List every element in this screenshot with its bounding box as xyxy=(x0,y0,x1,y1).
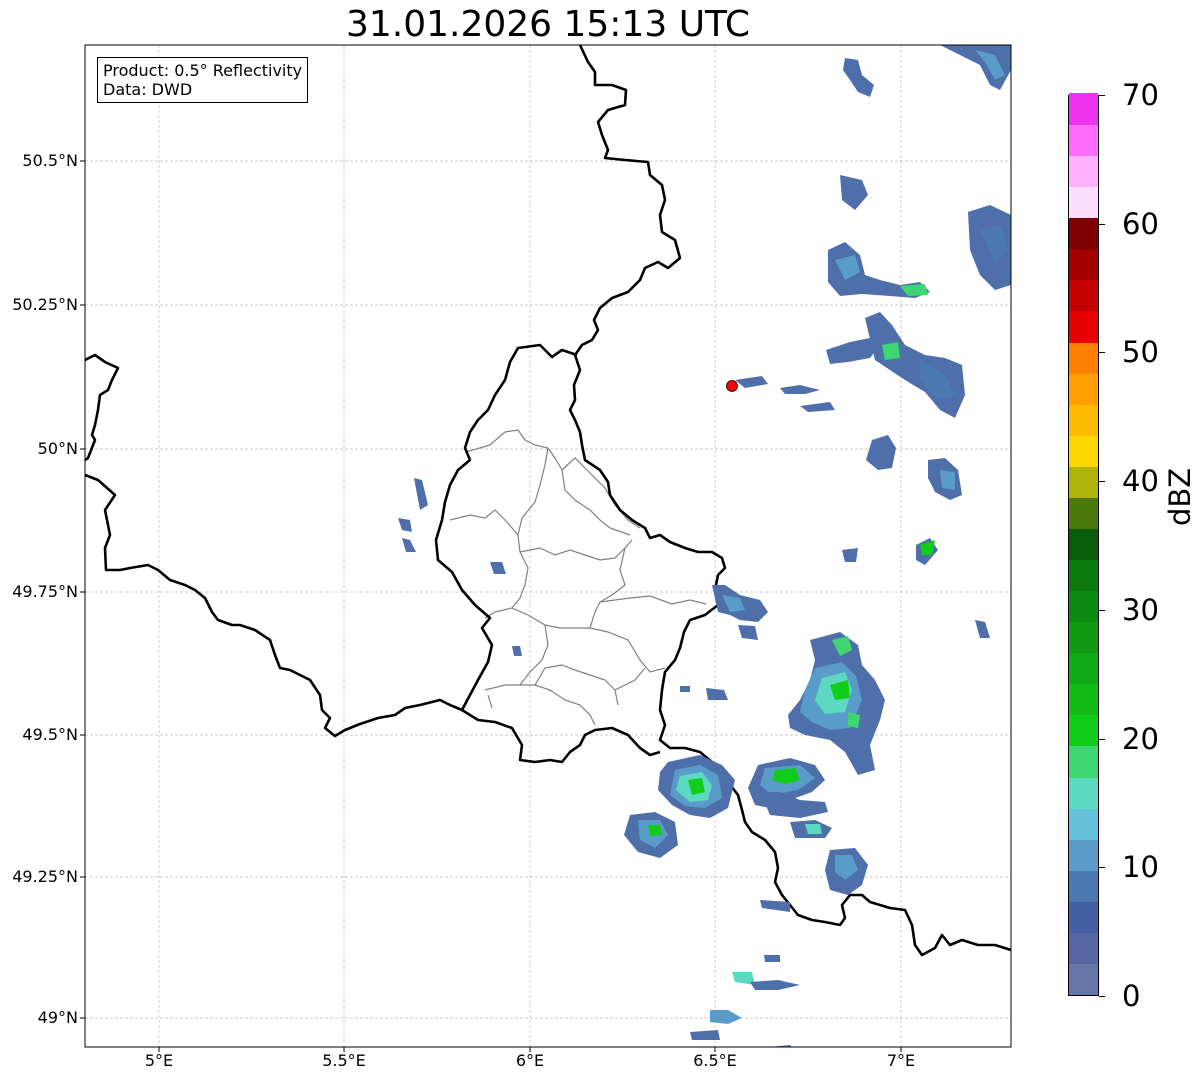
lat-label: 50°N xyxy=(37,439,78,458)
lon-label: 5.5°E xyxy=(322,1051,366,1070)
colorbar-segment xyxy=(1069,248,1098,281)
colorbar-segment xyxy=(1069,745,1098,778)
colorbar-segment xyxy=(1069,528,1098,561)
colorbar-segment xyxy=(1069,186,1098,219)
lon-label: 6.5°E xyxy=(693,1051,737,1070)
colorbar-tick-mark xyxy=(1099,996,1105,997)
colorbar xyxy=(1068,93,1099,996)
colorbar-segment xyxy=(1069,963,1098,995)
colorbar-segment xyxy=(1069,901,1098,933)
colorbar-segment xyxy=(1069,435,1098,467)
colorbar-segment xyxy=(1069,466,1098,498)
colorbar-tick-label: 70 xyxy=(1122,78,1159,112)
colorbar-segment xyxy=(1069,373,1098,405)
colorbar-segment xyxy=(1069,652,1098,685)
colorbar-segment xyxy=(1069,559,1098,592)
colorbar-tick-label: 60 xyxy=(1122,206,1159,241)
lon-label: 6°E xyxy=(515,1051,545,1070)
lat-label: 49.75°N xyxy=(12,582,78,601)
colorbar-tick-mark xyxy=(1099,609,1105,611)
colorbar-segment xyxy=(1069,714,1098,747)
lat-label: 49.25°N xyxy=(12,867,78,886)
colorbar-tick-label: 30 xyxy=(1122,592,1159,627)
colorbar-segment xyxy=(1069,279,1098,312)
colorbar-tick-label: 0 xyxy=(1122,979,1141,1013)
colorbar-tick-mark xyxy=(1099,867,1105,869)
colorbar-tick-mark xyxy=(1099,352,1105,354)
colorbar-segment xyxy=(1069,932,1098,964)
colorbar-segment xyxy=(1069,590,1098,623)
colorbar-segment xyxy=(1069,217,1098,250)
colorbar-tick-mark xyxy=(1099,738,1105,740)
product-label: Product: 0.5° Reflectivity xyxy=(103,61,303,80)
colorbar-segment xyxy=(1069,155,1098,188)
colorbar-unit-label: dBZ xyxy=(1163,467,1197,526)
colorbar-segment xyxy=(1069,124,1098,157)
lat-label: 49°N xyxy=(37,1008,78,1027)
colorbar-tick-label: 40 xyxy=(1122,464,1159,499)
lon-label: 7°E xyxy=(886,1051,916,1070)
lat-label: 50.5°N xyxy=(22,151,78,170)
colorbar-tick-mark xyxy=(1099,481,1105,483)
colorbar-segment xyxy=(1069,621,1098,654)
colorbar-tick-mark xyxy=(1099,95,1105,96)
colorbar-segment xyxy=(1069,93,1098,126)
lat-label: 49.5°N xyxy=(22,725,78,744)
colorbar-segment xyxy=(1069,839,1098,871)
radar-site-marker xyxy=(726,380,738,392)
colorbar-segment xyxy=(1069,497,1098,529)
colorbar-tick-label: 20 xyxy=(1122,721,1159,756)
colorbar-segment xyxy=(1069,310,1098,343)
product-info-box: Product: 0.5° Reflectivity Data: DWD xyxy=(97,57,309,103)
colorbar-segment xyxy=(1069,776,1098,809)
colorbar-tick-mark xyxy=(1099,223,1105,225)
colorbar-segment xyxy=(1069,870,1098,902)
colorbar-segment xyxy=(1069,683,1098,716)
colorbar-segment xyxy=(1069,404,1098,436)
radar-map xyxy=(80,44,1012,1052)
lon-label: 5°E xyxy=(144,1051,174,1070)
lat-label: 50.25°N xyxy=(12,295,78,314)
colorbar-tick-label: 10 xyxy=(1122,850,1159,885)
colorbar-segment xyxy=(1069,808,1098,840)
colorbar-tick-label: 50 xyxy=(1122,335,1159,370)
data-source-label: Data: DWD xyxy=(103,80,193,99)
colorbar-segment xyxy=(1069,341,1098,374)
